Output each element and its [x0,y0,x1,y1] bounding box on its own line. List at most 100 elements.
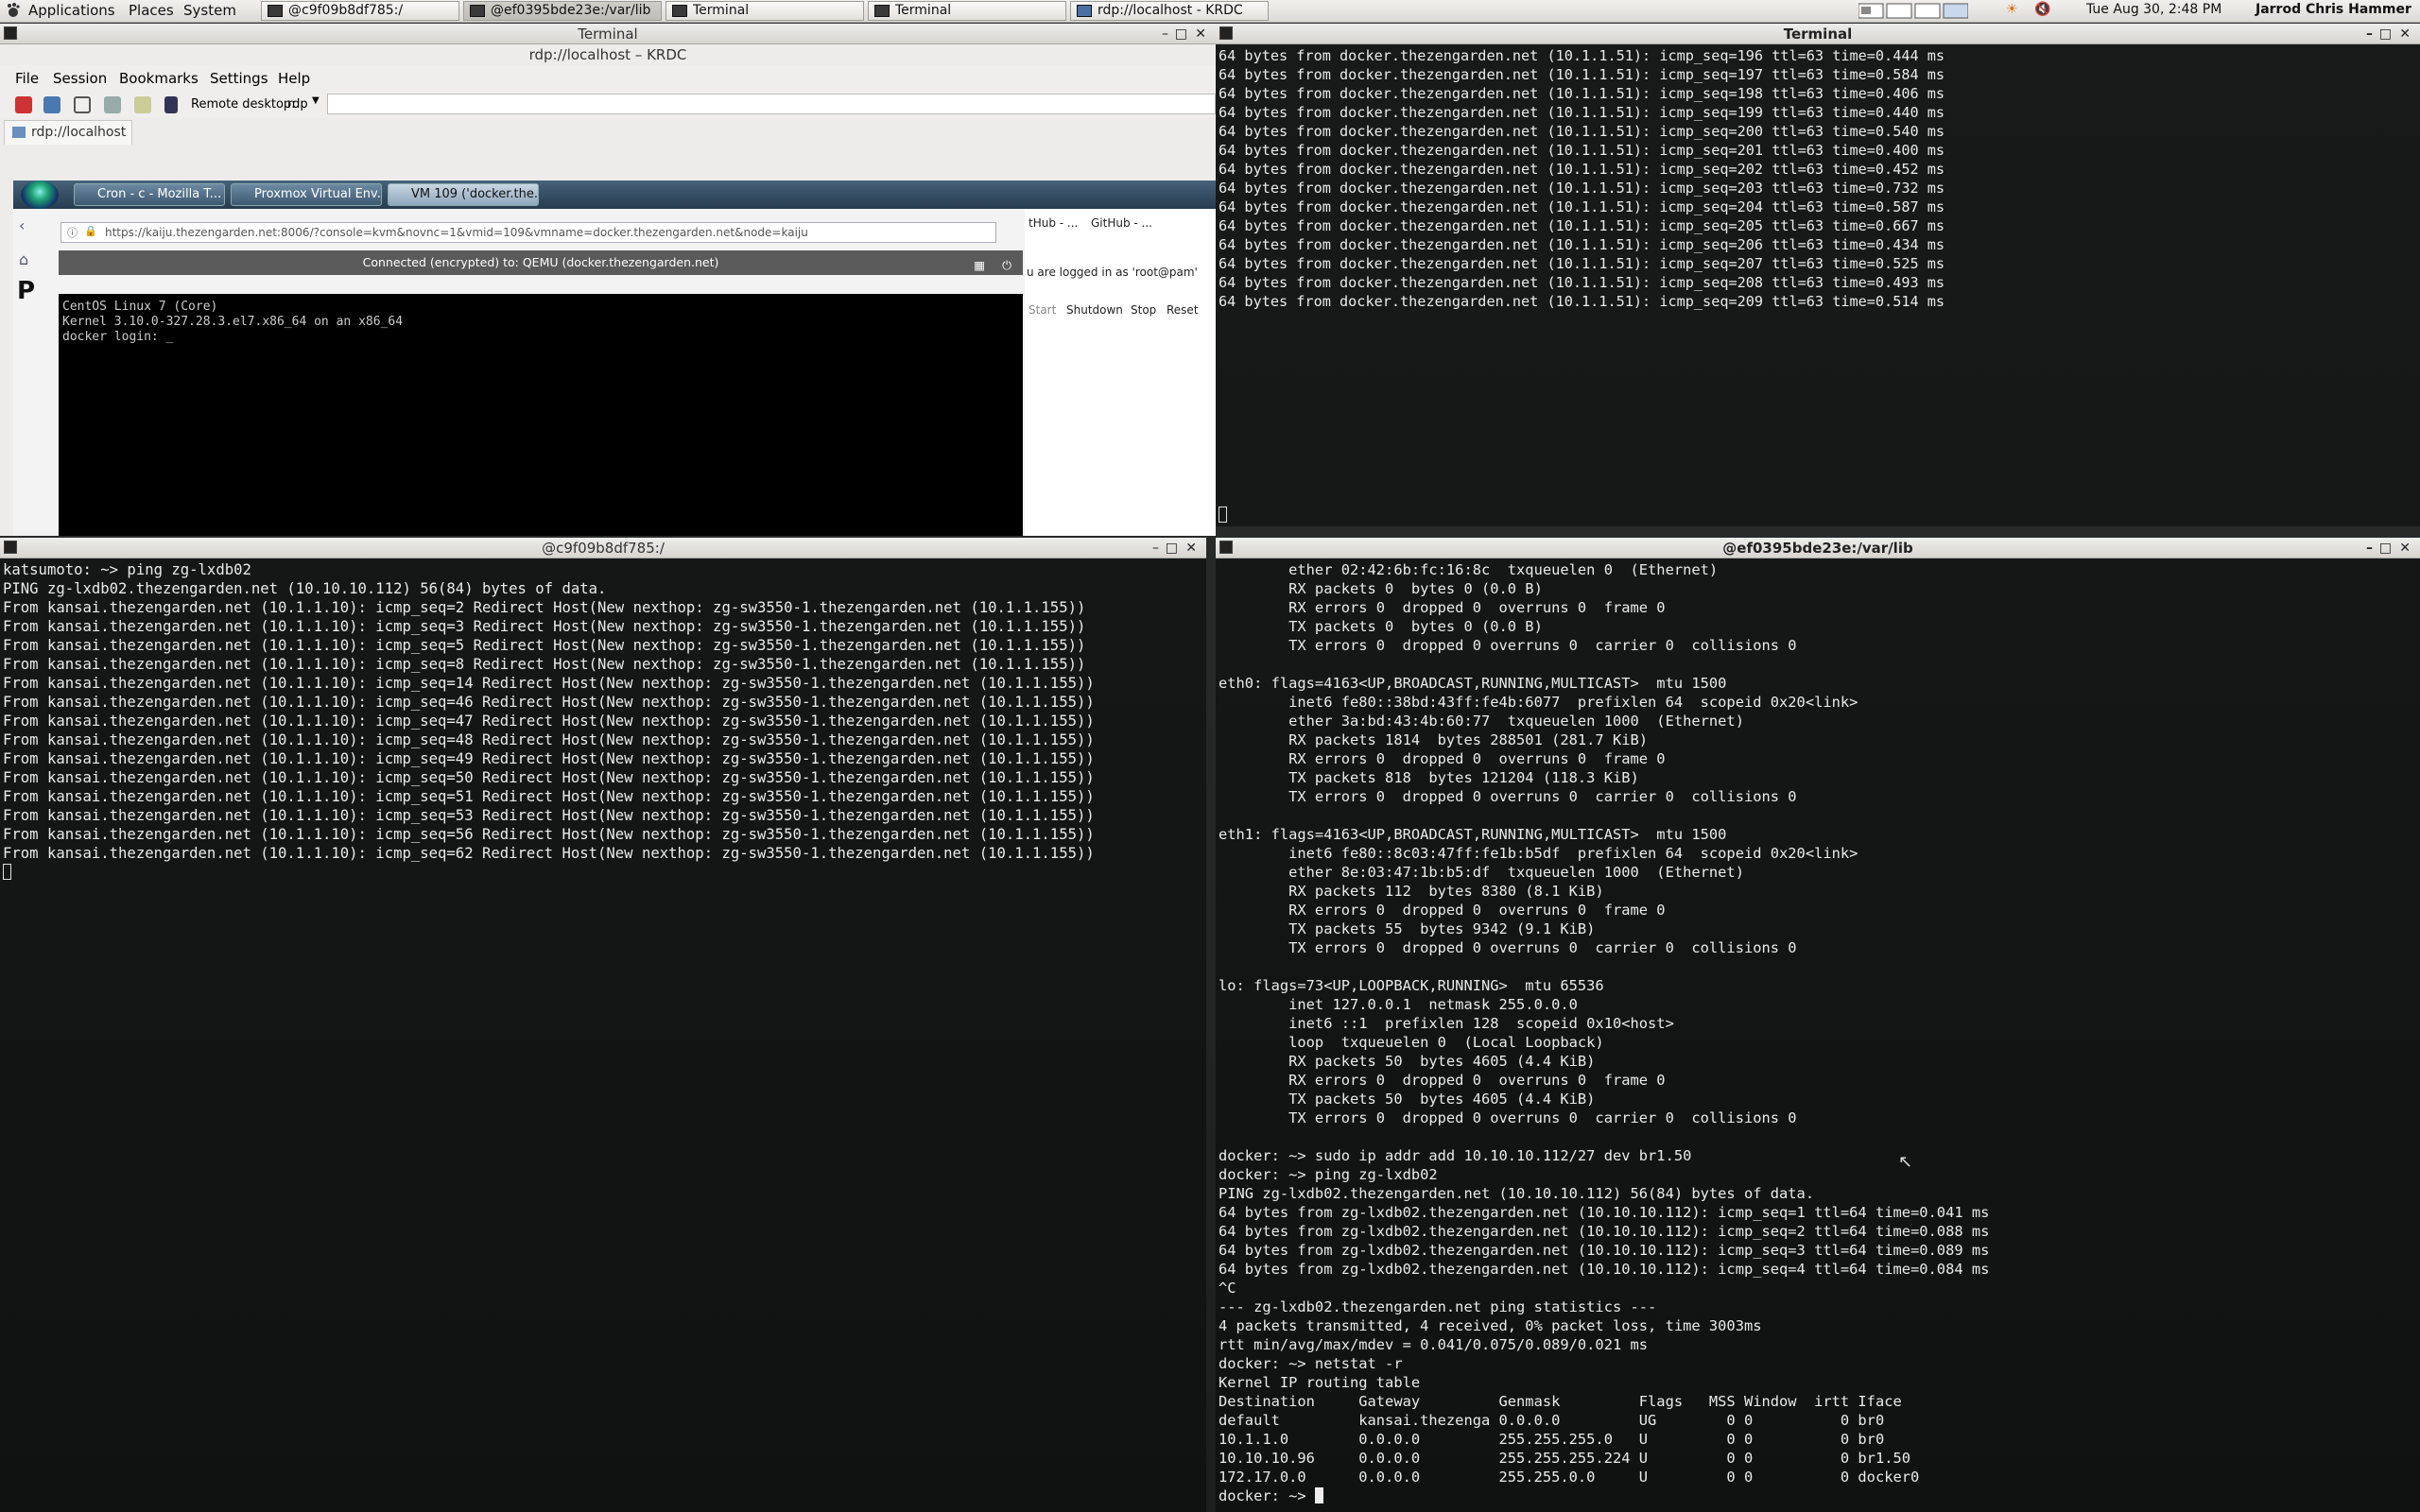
weather-icon[interactable]: ☀ [2006,2,2018,17]
maximize-button[interactable]: □ [2379,24,2392,44]
home-icon[interactable]: ⌂ [19,250,28,268]
terminal-line: PING zg-lxdb02.thezengarden.net (10.10.1… [1219,1185,1815,1202]
terminal-line: 64 bytes from docker.thezengarden.net (1… [1219,293,1945,310]
minimize-button[interactable]: – [2366,538,2373,558]
taskbar-item-c9f09[interactable]: @c9f09b8df785:/ [261,1,459,21]
bookmark-icon[interactable] [164,96,178,113]
close-button[interactable]: ✕ [1185,538,1197,558]
terminal-output[interactable]: 64 bytes from docker.thezengarden.net (1… [1216,44,2420,526]
terminal-titlebar[interactable]: Terminal – □ ✕ [1216,24,2420,44]
terminal-line: RX packets 0 bytes 0 (0.0 B) [1219,580,1543,597]
win7-task-vm109[interactable]: VM 109 ('docker.the... [388,183,539,206]
user-name[interactable]: Jarrod Chris Hammer [2256,2,2411,17]
close-button[interactable]: ✕ [1195,24,1206,44]
terminal-line: TX errors 0 dropped 0 overruns 0 carrier… [1219,637,1797,654]
terminal-line: 64 bytes from docker.thezengarden.net (1… [1219,161,1945,178]
maximize-button[interactable]: □ [1166,538,1178,558]
menu-bookmarks[interactable]: Bookmarks [119,70,199,87]
edit-icon[interactable] [134,96,151,113]
info-icon: ⓘ [67,227,78,239]
stop-button[interactable]: Stop [1131,303,1156,317]
places-menu[interactable]: Places [129,2,174,19]
terminal-line: 4 packets transmitted, 4 received, 0% pa… [1219,1317,1762,1334]
menu-help[interactable]: Help [278,70,310,87]
terminal-line: TX errors 0 dropped 0 overruns 0 carrier… [1219,788,1797,805]
shutdown-button[interactable]: Shutdown [1066,303,1123,317]
top-panel: Applications Places System @c9f09b8df785… [0,0,2420,23]
minimize-button[interactable]: – [1162,24,1168,44]
workspace-switcher[interactable] [1858,2,1969,25]
back-icon[interactable]: ‹ [19,216,25,234]
terminal-line: TX packets 0 bytes 0 (0.0 B) [1219,618,1543,635]
krdc-titlebar[interactable]: Terminal – □ ✕ [0,24,1216,44]
terminal-line: 10.1.1.0 0.0.0.0 255.255.255.0 U 0 0 0 b… [1219,1431,1885,1448]
terminal-line: 64 bytes from docker.thezengarden.net (1… [1219,180,1945,197]
zoom-icon[interactable] [74,96,91,113]
terminal-line: From kansai.thezengarden.net (10.1.1.10)… [3,656,1086,673]
remote-desktop-input[interactable] [327,94,1216,114]
terminal-line: lo: flags=73<UP,LOOPBACK,RUNNING> mtu 65… [1219,977,1604,994]
gnome-foot-icon[interactable] [6,3,21,18]
start-button[interactable]: Start [1028,303,1056,317]
win7-task-cron[interactable]: Cron - c - Mozilla T... [74,183,225,206]
terminal-line: From kansai.thezengarden.net (10.1.1.10)… [3,807,1095,824]
disconnect-icon[interactable] [15,96,32,113]
terminal-line: From kansai.thezengarden.net (10.1.1.10)… [3,788,1095,805]
protocol-select[interactable]: rdp [287,97,308,112]
system-menu[interactable]: System [183,2,236,19]
maximize-button[interactable]: □ [2379,538,2392,558]
terminal-icon [4,541,17,554]
win7-taskbar: Cron - c - Mozilla T... Proxmox Virtual … [13,180,1216,209]
terminal-line: RX packets 112 bytes 8380 (8.1 KiB) [1219,883,1604,900]
krdc-body: rdp://localhost – KRDC File Session Book… [0,44,1216,536]
minimize-button[interactable]: – [1152,538,1159,558]
menu-file[interactable]: File [15,70,39,87]
taskbar-item-terminal-1[interactable]: Terminal [666,1,864,21]
proxmox-panel: tHub - ... GitHub - ... u are logged in … [1025,209,1216,536]
terminal-line: docker: ~> ping zg-lxdb02 [1219,1166,1438,1183]
maximize-button[interactable]: □ [1175,24,1187,44]
screenshot-icon[interactable] [43,96,60,113]
terminal-line: From kansai.thezengarden.net (10.1.1.10)… [3,694,1095,711]
terminal-line: 64 bytes from zg-lxdb02.thezengarden.net… [1219,1204,1990,1221]
close-button[interactable]: ✕ [2399,538,2411,558]
volume-icon[interactable]: 🔇 [2034,2,2050,17]
console-line: CentOS Linux 7 (Core) [62,300,218,314]
terminal-output[interactable]: ether 02:42:6b:fc:16:8c txqueuelen 0 (Et… [1216,558,2420,1512]
tab-rdp-localhost[interactable]: rdp://localhost [4,120,133,145]
taskbar-item-ef039[interactable]: @ef0395bde23e:/var/lib [463,1,662,21]
reset-button[interactable]: Reset [1167,303,1199,317]
terminal-line: ether 3a:bd:43:4b:60:77 txqueuelen 1000 … [1219,713,1744,730]
applications-menu[interactable]: Applications [28,2,115,19]
win7-task-proxmox[interactable]: Proxmox Virtual Env... [231,183,382,206]
url-bar[interactable]: ⓘ 🔒 https://kaiju.thezengarden.net:8006/… [60,222,996,243]
send-keys-icon[interactable]: ▦ [974,253,985,278]
terminal-output[interactable]: katsumoto: ~> ping zg-lxdb02 PING zg-lxdb… [0,558,1206,1512]
terminal-line: rtt min/avg/max/mdev = 0.041/0.075/0.089… [1219,1336,1649,1353]
terminal-line: eth0: flags=4163<UP,BROADCAST,RUNNING,MU… [1219,675,1727,692]
browser-tab-github-1[interactable]: tHub - ... [1028,216,1078,230]
taskbar-item-terminal-2[interactable]: Terminal [868,1,1066,21]
chevron-down-icon[interactable]: ▼ [312,95,320,106]
close-button[interactable]: ✕ [2399,24,2411,44]
power-icon[interactable]: ⏻ [1002,253,1011,278]
shell-prompt: docker: ~> [1219,1487,1315,1504]
preferences-icon[interactable] [104,96,121,113]
menu-session[interactable]: Session [53,70,107,87]
task-label: VM 109 ('docker.the... [411,187,539,201]
terminal-titlebar[interactable]: @ef0395bde23e:/var/lib – □ ✕ [1216,538,2420,558]
taskbar-item-krdc[interactable]: rdp://localhost - KRDC [1070,1,1269,21]
terminal-line: 64 bytes from docker.thezengarden.net (1… [1219,198,1945,215]
clock[interactable]: Tue Aug 30, 2:48 PM [2086,2,2221,17]
terminal-titlebar[interactable]: @c9f09b8df785:/ – □ ✕ [0,538,1206,558]
task-label: @ef0395bde23e:/var/lib [491,3,651,18]
windows-start-icon[interactable] [21,180,59,209]
terminal-line: inet6 fe80::38bd:43ff:fe4b:6077 prefixle… [1219,694,1858,711]
tab-label: rdp://localhost [31,125,127,140]
vm-console[interactable]: CentOS Linux 7 (Core) Kernel 3.10.0-327.2… [59,294,1023,536]
browser-tab-github-2[interactable]: GitHub - ... [1091,216,1152,230]
menu-settings[interactable]: Settings [210,70,268,87]
rdp-remote-screen[interactable]: Cron - c - Mozilla T... Proxmox Virtual … [13,180,1216,536]
console-line: Kernel 3.10.0-327.28.3.el7.x86_64 on an … [62,315,404,329]
minimize-button[interactable]: – [2366,24,2373,44]
